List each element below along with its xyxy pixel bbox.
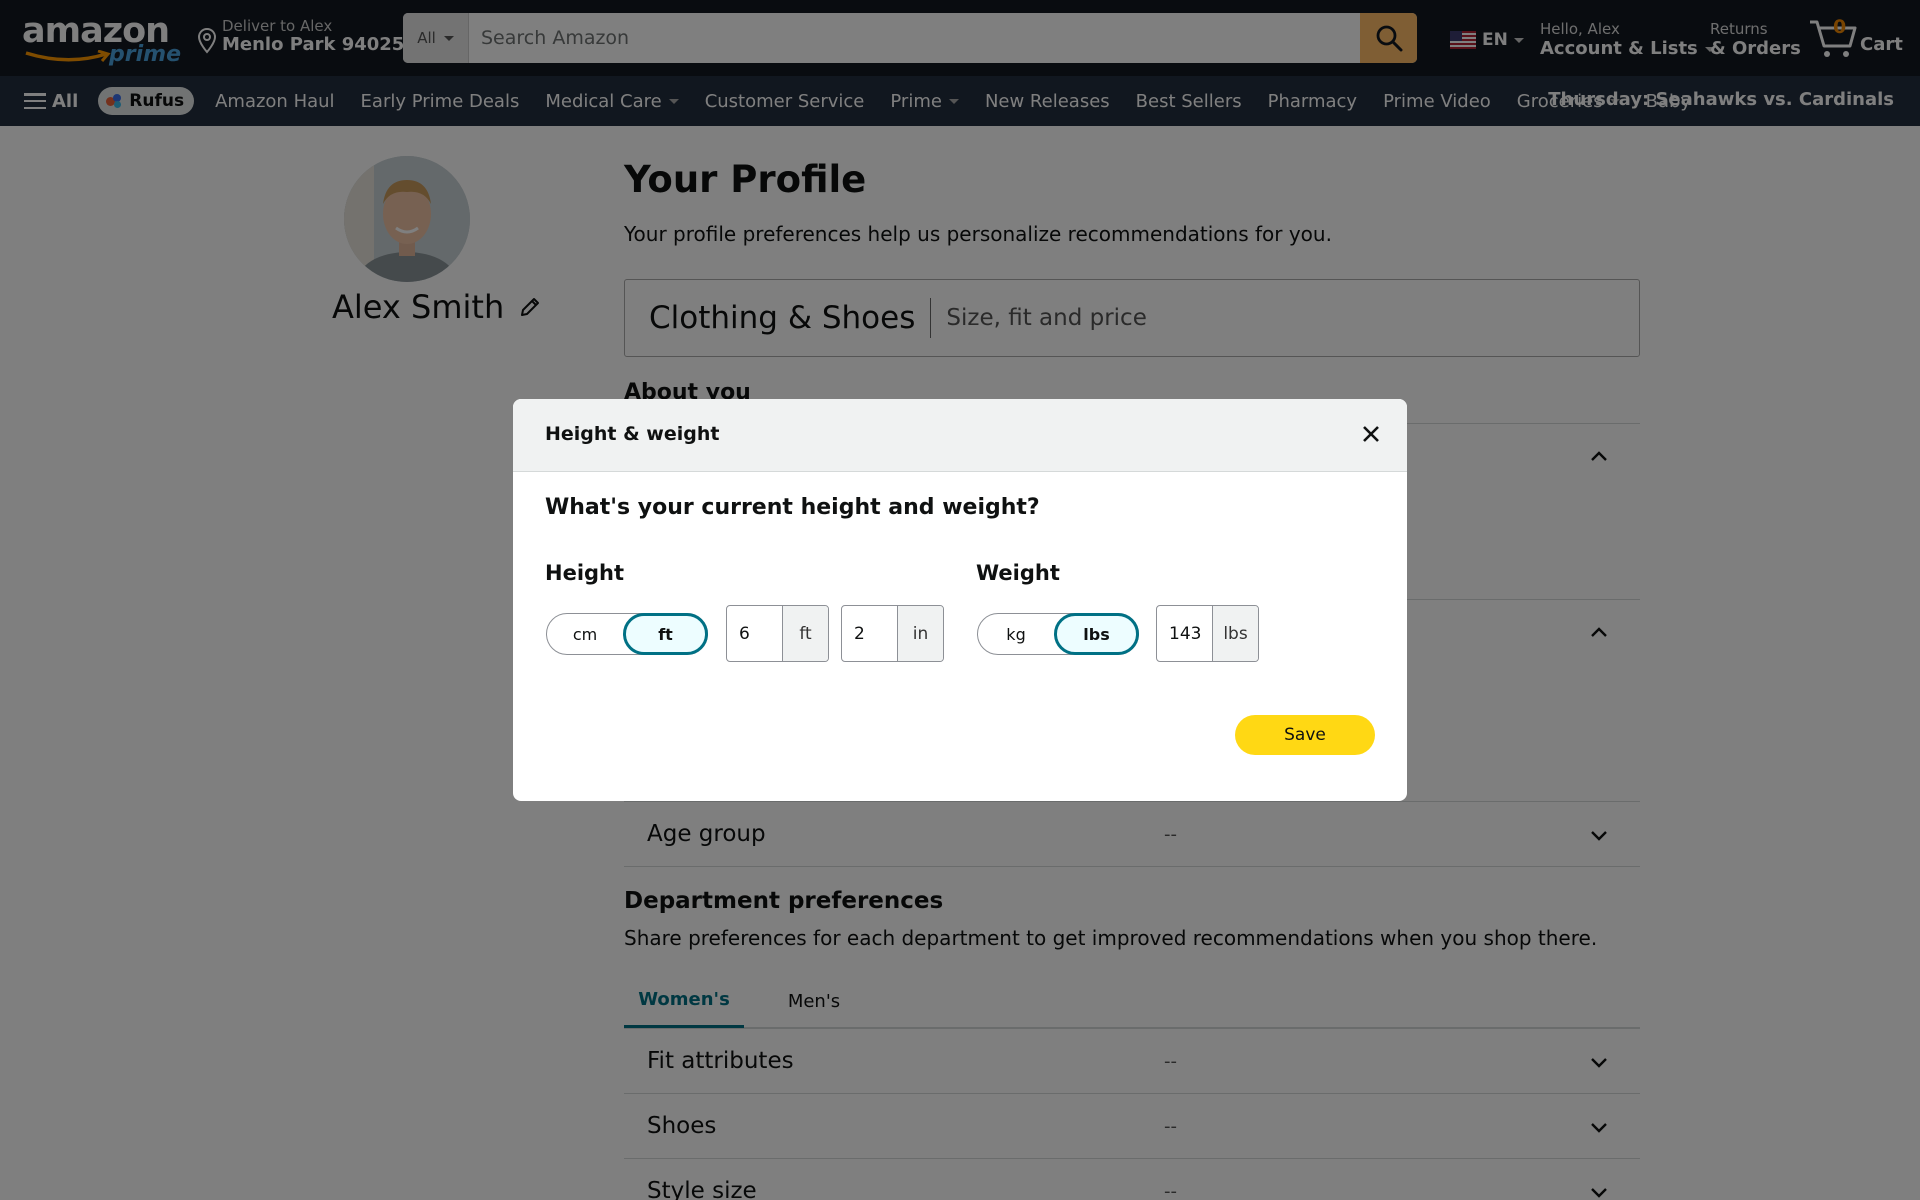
height-weight-dialog: Height & weight What's your current heig… [513, 399, 1407, 801]
height-inches-input[interactable]: 2 [842, 606, 899, 661]
weight-unit-kg[interactable]: kg [978, 614, 1054, 654]
close-icon[interactable] [1360, 423, 1382, 445]
height-feet-field: 6 ft [726, 605, 829, 662]
height-label: Height [545, 561, 625, 585]
dialog-title: Height & weight [545, 423, 720, 445]
dialog-header: Height & weight [513, 399, 1407, 472]
weight-unit-lbs[interactable]: lbs [1054, 613, 1139, 655]
weight-input[interactable]: 143 [1157, 606, 1214, 661]
weight-label: Weight [976, 561, 1060, 585]
weight-unit: lbs [1213, 606, 1258, 661]
height-feet-input[interactable]: 6 [727, 606, 784, 661]
weight-field: 143 lbs [1156, 605, 1259, 662]
weight-unit-toggle: kg lbs [977, 613, 1139, 655]
save-button[interactable]: Save [1235, 715, 1375, 755]
height-feet-unit: ft [783, 606, 828, 661]
height-inches-field: 2 in [841, 605, 944, 662]
height-unit-ft[interactable]: ft [623, 613, 708, 655]
dialog-question: What's your current height and weight? [545, 495, 1040, 520]
height-unit-toggle: cm ft [546, 613, 708, 655]
height-inches-unit: in [898, 606, 943, 661]
height-unit-cm[interactable]: cm [547, 614, 623, 654]
